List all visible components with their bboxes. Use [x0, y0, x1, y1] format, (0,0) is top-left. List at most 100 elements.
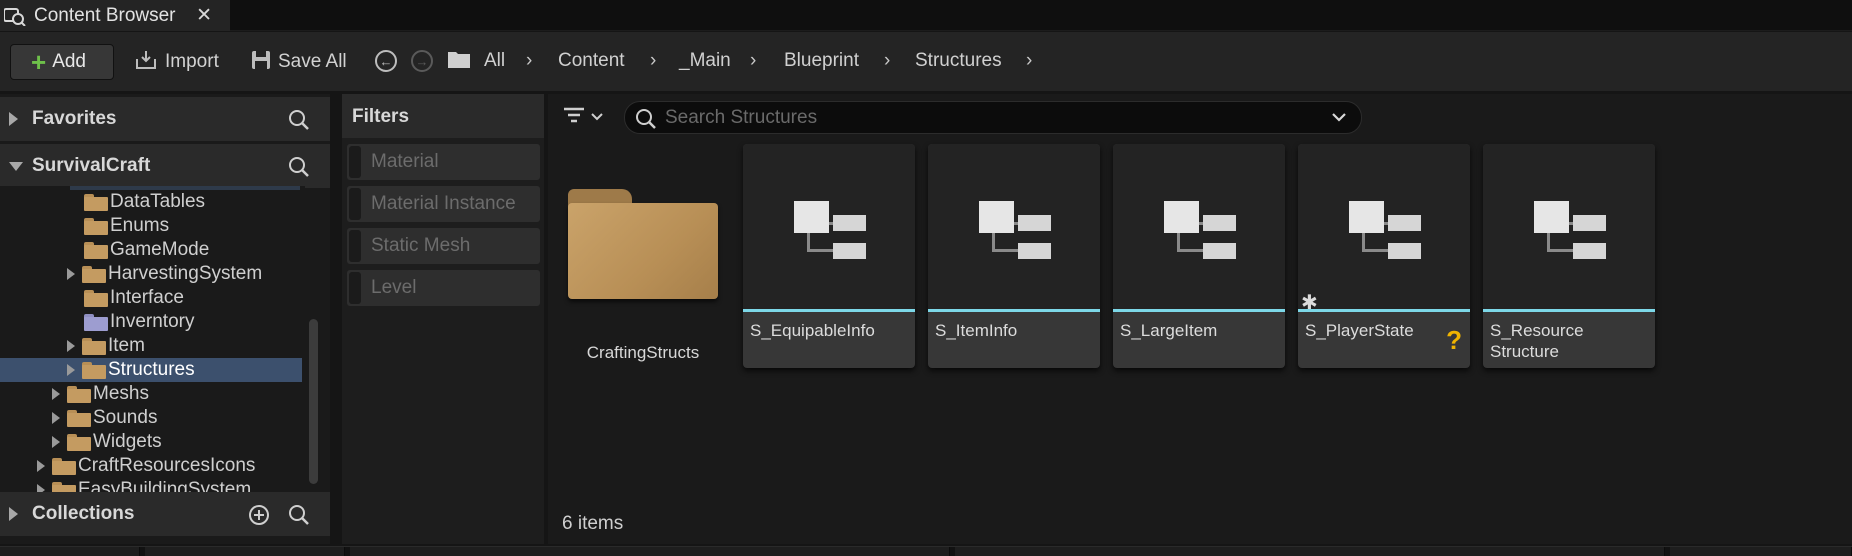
tree-item[interactable]: Meshs [52, 382, 149, 406]
expand-arrow-icon[interactable] [67, 268, 75, 280]
tree-item[interactable]: Enums [84, 214, 169, 238]
folder-icon [52, 481, 76, 492]
filter-material[interactable]: Material [347, 144, 540, 180]
folder-icon [82, 361, 106, 379]
tree-scrollbar[interactable] [309, 319, 318, 484]
expand-arrow-icon[interactable] [9, 507, 18, 521]
expand-arrow-icon[interactable] [52, 436, 60, 448]
asset-type-accent [928, 309, 1100, 312]
forward-icon[interactable]: → [411, 50, 433, 72]
tab-content-browser[interactable]: Content Browser ✕ [0, 0, 230, 31]
tree-item[interactable]: CraftResourcesIcons [37, 454, 255, 478]
tree-item[interactable]: Widgets [52, 430, 162, 454]
search-icon[interactable] [288, 156, 310, 183]
asset-tile[interactable]: S_ItemInfo Structure [928, 144, 1100, 368]
tree-item[interactable]: EasyBuildingSystem [37, 478, 251, 492]
asset-tile[interactable]: S_LargeItem Structure [1113, 144, 1285, 368]
expand-arrow-icon[interactable] [67, 340, 75, 352]
asset-thumbnail [1483, 144, 1655, 309]
tree-item-selected[interactable]: Structures [0, 358, 302, 382]
asset-tile[interactable]: S_Resource Structure Structure [1483, 144, 1655, 368]
expand-arrow-icon[interactable] [37, 460, 45, 472]
collections-header[interactable]: Collections [0, 492, 330, 536]
breadcrumb-main[interactable]: _Main [679, 50, 731, 72]
filter-checkbox[interactable] [349, 188, 361, 220]
search-icon[interactable] [288, 109, 310, 136]
folder-icon [84, 217, 108, 235]
breadcrumb-content[interactable]: Content [558, 50, 625, 72]
filter-checkbox[interactable] [349, 146, 361, 178]
folder-icon [84, 193, 108, 211]
tree-item-label: Inverntory [110, 311, 195, 332]
search-box [624, 101, 1362, 134]
folder-icon [67, 409, 91, 427]
bottom-segment [1670, 547, 1852, 556]
filter-static-mesh[interactable]: Static Mesh [347, 228, 540, 264]
close-icon[interactable]: ✕ [196, 4, 212, 27]
save-all-button-label: Save All [278, 51, 347, 72]
content-browser-icon [4, 6, 30, 26]
structure-icon [1164, 201, 1236, 259]
breadcrumb-blueprint[interactable]: Blueprint [784, 50, 859, 72]
tree-item[interactable]: Sounds [52, 406, 157, 430]
tab-title: Content Browser [34, 4, 176, 26]
add-collection-icon[interactable] [248, 504, 270, 531]
tree-item-label: Item [108, 335, 145, 356]
tree-item-label: GameMode [110, 239, 210, 260]
save-all-button[interactable]: Save All [250, 44, 347, 80]
tree-item[interactable]: HarvestingSystem [67, 262, 262, 286]
project-header[interactable]: SurvivalCraft [0, 144, 330, 188]
breadcrumb-all[interactable]: All [484, 50, 505, 72]
asset-view: CraftingStructs S_EquipableInfo Structur… [548, 94, 1852, 544]
asset-name: S_Resource Structure [1490, 321, 1584, 361]
tree-item-label: Widgets [93, 431, 162, 452]
asset-tile[interactable]: ✱ S_PlayerState Structure ? [1298, 144, 1470, 368]
folder-icon [568, 189, 718, 299]
asset-thumbnail [928, 144, 1100, 309]
asset-tile[interactable]: S_EquipableInfo Structure [743, 144, 915, 368]
expand-arrow-icon[interactable] [67, 364, 75, 376]
filter-level[interactable]: Level [347, 270, 540, 306]
search-icon[interactable] [288, 504, 310, 531]
structure-icon [1349, 201, 1421, 259]
tree-item[interactable]: GameMode [84, 238, 209, 262]
question-icon[interactable]: ? [1446, 325, 1462, 356]
search-icon [635, 108, 657, 135]
save-icon [250, 49, 272, 76]
tree-item-label: Sounds [93, 407, 158, 428]
chevron-down-icon[interactable] [1331, 110, 1347, 128]
folder-tile[interactable]: CraftingStructs [562, 167, 724, 375]
tree-item[interactable]: Interface [84, 286, 184, 310]
tree-item[interactable]: DataTables [84, 190, 205, 214]
bottom-segment [0, 547, 140, 556]
add-button-label: Add [52, 51, 86, 72]
filter-material-instance[interactable]: Material Instance [347, 186, 540, 222]
tab-bar: Content Browser ✕ [0, 0, 1852, 31]
filter-checkbox[interactable] [349, 272, 361, 304]
folder-tree: DataTables Enums GameMode HarvestingSyst… [0, 186, 305, 492]
structure-icon [794, 201, 866, 259]
expand-arrow-icon[interactable] [52, 412, 60, 424]
tree-item[interactable]: Inverntory [84, 310, 194, 334]
folder-icon [82, 265, 106, 283]
collapse-arrow-icon[interactable] [9, 161, 23, 171]
add-button[interactable]: + Add [10, 44, 114, 80]
item-count: 6 items [562, 513, 624, 534]
back-icon[interactable]: ← [375, 50, 397, 72]
filter-menu-button[interactable] [562, 105, 604, 130]
expand-arrow-icon[interactable] [37, 484, 45, 492]
tree-item[interactable]: Item [67, 334, 145, 358]
asset-type-accent [1113, 309, 1285, 312]
favorites-header[interactable]: Favorites [0, 97, 330, 141]
import-button[interactable]: Import [135, 44, 219, 80]
search-input[interactable] [665, 106, 1305, 130]
bottom-segment [350, 547, 950, 556]
structure-icon [1534, 201, 1606, 259]
asset-thumbnail [743, 144, 915, 309]
expand-arrow-icon[interactable] [52, 388, 60, 400]
asset-type-accent [1483, 309, 1655, 312]
expand-arrow-icon[interactable] [9, 112, 18, 126]
filter-checkbox[interactable] [349, 230, 361, 262]
breadcrumb-structures[interactable]: Structures [915, 50, 1002, 72]
chevron-right-icon[interactable]: › [1026, 50, 1032, 72]
